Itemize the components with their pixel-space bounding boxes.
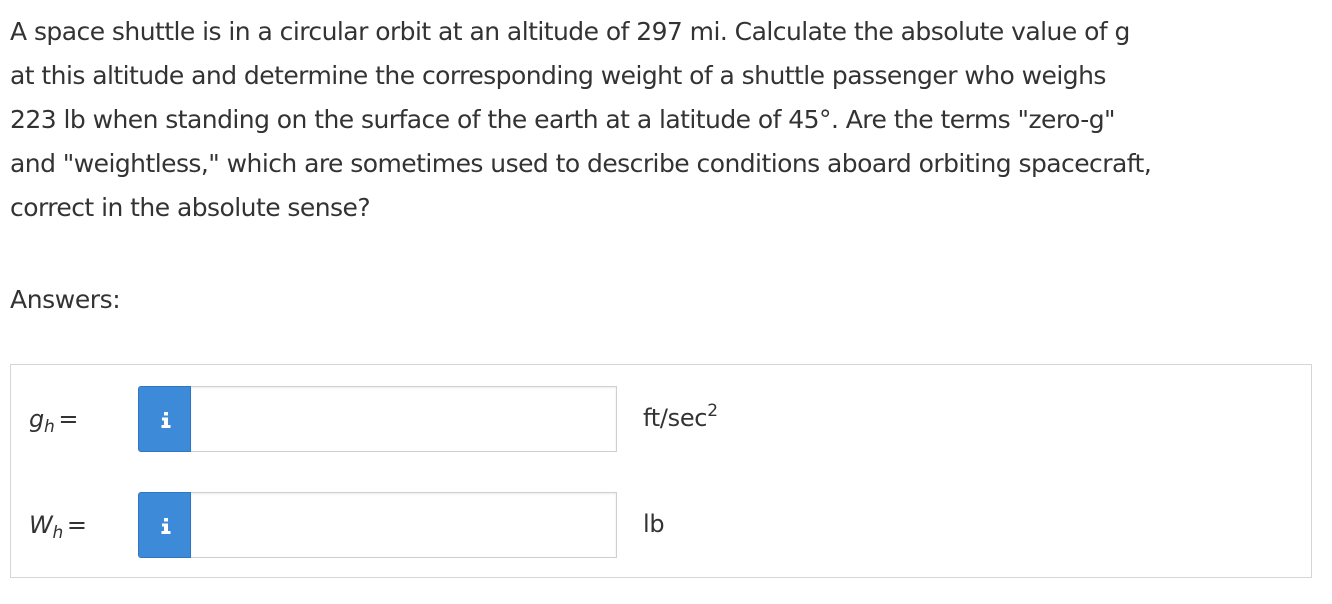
variable-label-wh: Wh = — [29, 492, 87, 558]
answers-heading: Answers: — [10, 285, 121, 314]
question-text: A space shuttle is in a circular orbit a… — [10, 10, 1320, 230]
question-line: and "weightless," which are sometimes us… — [10, 149, 1152, 178]
variable-symbol: W — [29, 511, 53, 539]
equals-sign: = — [66, 511, 87, 539]
question-line: A space shuttle is in a circular orbit a… — [10, 17, 1130, 46]
wh-answer-input[interactable] — [191, 492, 617, 558]
unit-label-gh: ft/sec2 — [643, 386, 718, 452]
answers-panel: gh = ft/sec2 Wh = lb — [10, 364, 1312, 578]
equals-sign: = — [58, 405, 79, 433]
question-line: 223 lb when standing on the surface of t… — [10, 105, 1116, 134]
info-icon — [161, 412, 171, 428]
question-line: at this altitude and determine the corre… — [10, 61, 1106, 90]
info-button-wh[interactable] — [138, 492, 191, 558]
answer-row-wh: Wh = lb — [11, 492, 1311, 558]
variable-label-gh: gh = — [29, 386, 79, 452]
info-button-gh[interactable] — [138, 386, 191, 452]
unit-label-wh: lb — [643, 492, 665, 558]
info-icon — [161, 518, 171, 534]
answer-row-gh: gh = ft/sec2 — [11, 386, 1311, 452]
variable-symbol: g — [29, 405, 44, 433]
gh-answer-input[interactable] — [191, 386, 617, 452]
question-line: correct in the absolute sense? — [10, 193, 371, 222]
unit-text: lb — [643, 510, 665, 538]
unit-text: ft/sec — [643, 404, 708, 432]
variable-subscript: h — [52, 523, 63, 543]
variable-subscript: h — [43, 417, 55, 437]
unit-exponent: 2 — [707, 401, 718, 421]
